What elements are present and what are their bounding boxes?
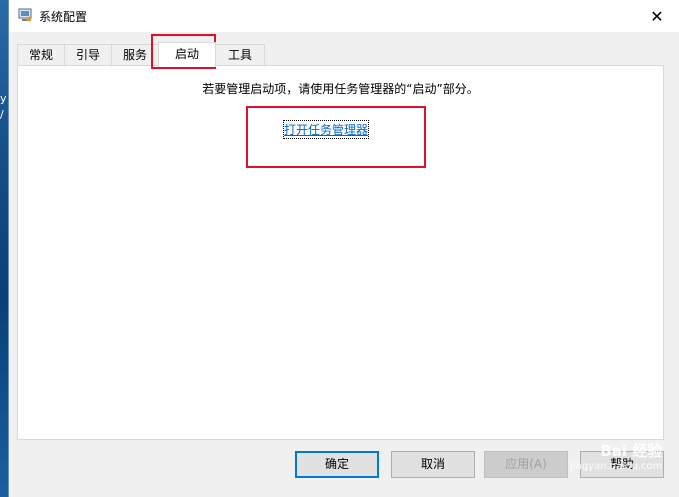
system-config-icon	[18, 8, 32, 22]
open-task-manager-link[interactable]: 打开任务管理器	[282, 120, 370, 139]
close-button[interactable]: ✕	[634, 0, 679, 32]
cancel-button[interactable]: 取消	[391, 451, 475, 478]
close-icon: ✕	[650, 6, 664, 26]
apply-button: 应用(A)	[484, 451, 568, 478]
window-title: 系统配置	[39, 10, 88, 24]
tab-tools[interactable]: 工具	[215, 44, 265, 66]
ok-button[interactable]: 确定	[295, 451, 379, 478]
title-bar[interactable]: 系统配置 ✕	[9, 0, 679, 32]
desktop-text: /	[0, 108, 4, 121]
startup-info-text: 若要管理启动项，请使用任务管理器的“启动”部分。	[202, 82, 479, 96]
system-config-window: 系统配置 ✕ 常规 引导 服务 启动 工具 若要管理启动项，请使用任务管理器的“…	[8, 0, 679, 497]
desktop-text: y	[0, 92, 7, 105]
help-button[interactable]: 帮助	[580, 451, 664, 478]
tab-services[interactable]: 服务	[111, 44, 159, 66]
startup-panel: 若要管理启动项，请使用任务管理器的“启动”部分。 打开任务管理器	[17, 65, 664, 440]
tab-boot[interactable]: 引导	[64, 44, 112, 66]
tab-general[interactable]: 常规	[17, 44, 65, 66]
tab-startup[interactable]: 启动	[158, 42, 216, 67]
dialog-client-area: 常规 引导 服务 启动 工具 若要管理启动项，请使用任务管理器的“启动”部分。 …	[9, 32, 679, 497]
